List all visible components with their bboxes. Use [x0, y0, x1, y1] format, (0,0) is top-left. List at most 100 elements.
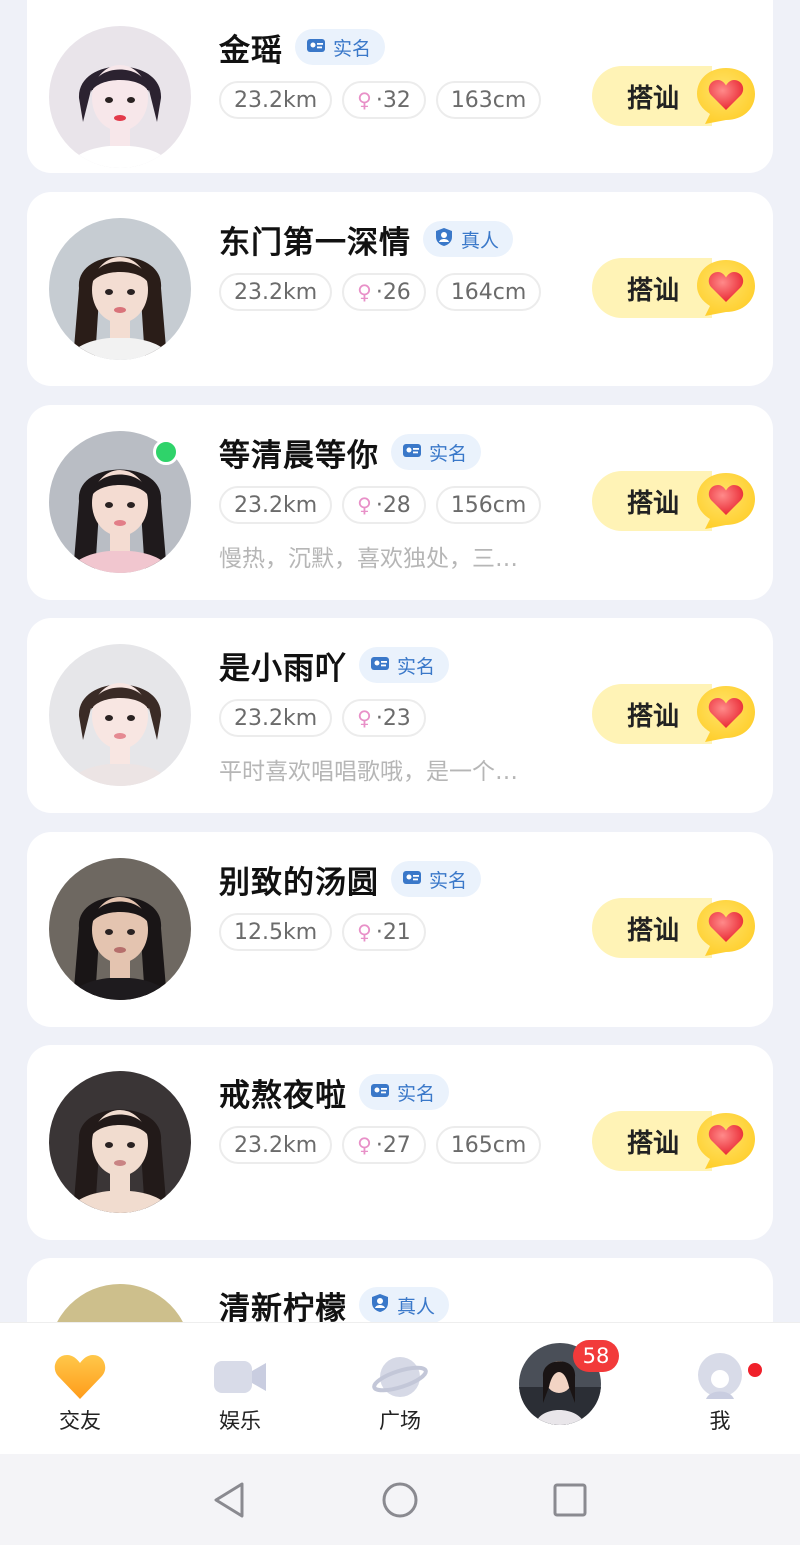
- recents-square-icon[interactable]: [550, 1480, 590, 1520]
- greet-button-label: 搭讪: [627, 275, 680, 306]
- verification-badge-label: 实名: [397, 1082, 436, 1105]
- female-icon: ♀: [357, 706, 372, 730]
- greet-button[interactable]: 搭讪: [592, 1111, 712, 1171]
- profile-avatar[interactable]: [49, 644, 191, 786]
- profile-avatar[interactable]: [49, 1071, 191, 1213]
- greet-button-label: 搭讪: [627, 915, 680, 946]
- greet-button[interactable]: 搭讪: [592, 471, 712, 531]
- height-tag: 163cm: [435, 81, 542, 119]
- verification-badge: 真人: [359, 1287, 450, 1322]
- distance-tag: 23.2km: [219, 699, 333, 737]
- age-tag: ♀ · 32: [342, 81, 426, 119]
- profile-bio: 平时喜欢唱唱歌哦，是一个…: [219, 759, 518, 785]
- tab-me[interactable]: 我: [640, 1323, 800, 1455]
- verification-badge: 实名: [295, 29, 386, 65]
- system-navigation-bar: [0, 1454, 800, 1545]
- greet-button-label: 搭讪: [627, 83, 680, 114]
- home-circle-icon[interactable]: [380, 1480, 420, 1520]
- age-tag: ♀ · 26: [342, 273, 426, 311]
- name-row: 别致的汤圆 实名: [219, 856, 482, 902]
- heart-bubble-icon[interactable]: [695, 682, 757, 744]
- tab-friends-label: 交友: [59, 1409, 101, 1433]
- female-icon: ♀: [357, 1133, 372, 1157]
- distance-tag: 23.2km: [219, 1126, 333, 1164]
- greet-button[interactable]: 搭讪: [592, 898, 712, 958]
- profile-icon: [698, 1353, 742, 1399]
- name-row: 东门第一深情 真人: [219, 216, 514, 262]
- person-verified-icon: [433, 226, 461, 253]
- profile-card[interactable]: 清新柠檬 真人: [27, 1258, 773, 1322]
- distance-tag: 12.5km: [219, 913, 333, 951]
- heart-bubble-icon[interactable]: [695, 896, 757, 958]
- age-tag: ♀ · 28: [342, 486, 426, 524]
- tab-entertainment-label: 娱乐: [219, 1409, 261, 1433]
- greet-button[interactable]: 搭讪: [592, 66, 712, 126]
- heart-bubble-icon[interactable]: [695, 469, 757, 531]
- tab-square-label: 广场: [379, 1409, 421, 1433]
- planet-icon: [372, 1357, 428, 1397]
- verification-badge-label: 实名: [429, 442, 468, 465]
- female-icon: ♀: [357, 920, 372, 944]
- verification-badge: 实名: [391, 434, 482, 470]
- profile-avatar[interactable]: [49, 218, 191, 360]
- profile-card[interactable]: 等清晨等你 实名 23.2km ♀ · 28 156cm 慢热，沉默，喜欢独处，三……: [27, 405, 773, 600]
- id-card-icon: [401, 866, 429, 893]
- verification-badge-label: 实名: [333, 37, 372, 60]
- height-tag: 164cm: [435, 273, 542, 311]
- distance-tag: 23.2km: [219, 81, 333, 119]
- heart-bubble-icon[interactable]: [695, 1109, 757, 1171]
- female-icon: ♀: [357, 280, 372, 304]
- greet-button[interactable]: 搭讪: [592, 684, 712, 744]
- greet-button-label: 搭讪: [627, 1128, 680, 1159]
- name-row: 金瑶 实名: [219, 24, 386, 70]
- profile-tags: 23.2km ♀ · 27 165cm: [219, 1126, 542, 1164]
- tab-friends[interactable]: 交友: [0, 1323, 160, 1455]
- notification-dot: [748, 1363, 762, 1377]
- id-card-icon: [401, 439, 429, 466]
- height-tag: 156cm: [435, 486, 542, 524]
- profile-feed[interactable]: 金瑶 实名 23.2km ♀ · 32 163cm 搭讪 东门第一深情 真人 2…: [0, 0, 800, 1322]
- id-card-icon: [369, 1079, 397, 1106]
- heart-bubble-icon[interactable]: [695, 64, 757, 126]
- verification-badge: 实名: [391, 861, 482, 897]
- back-triangle-icon[interactable]: [210, 1480, 250, 1520]
- name-row: 清新柠檬 真人: [219, 1282, 450, 1323]
- age-tag: ♀ · 27: [342, 1126, 426, 1164]
- verification-badge-label: 实名: [429, 869, 468, 892]
- height-tag: 165cm: [435, 1126, 542, 1164]
- video-camera-icon: [214, 1361, 266, 1393]
- female-icon: ♀: [357, 88, 372, 112]
- profile-name: 清新柠檬: [219, 1290, 347, 1323]
- heart-bubble-icon[interactable]: [695, 256, 757, 318]
- age-tag: ♀ · 21: [342, 913, 426, 951]
- profile-card[interactable]: 金瑶 实名 23.2km ♀ · 32 163cm 搭讪: [27, 0, 773, 173]
- name-row: 是小雨吖 实名: [219, 642, 450, 688]
- verification-badge: 真人: [423, 221, 514, 257]
- profile-avatar[interactable]: [49, 26, 191, 168]
- bottom-tab-bar: 交友 娱乐 广场 58 我: [0, 1322, 800, 1454]
- profile-tags: 23.2km ♀ · 23: [219, 699, 426, 737]
- profile-avatar[interactable]: [49, 1284, 191, 1322]
- age-tag: ♀ · 23: [342, 699, 426, 737]
- tab-square[interactable]: 广场: [320, 1323, 480, 1455]
- profile-name: 等清晨等你: [219, 437, 379, 474]
- tab-me-label: 我: [709, 1409, 731, 1433]
- verification-badge: 实名: [359, 1074, 450, 1110]
- profile-avatar[interactable]: [49, 858, 191, 1000]
- verification-badge: 实名: [359, 647, 450, 683]
- online-status-dot: [153, 439, 179, 465]
- greet-button[interactable]: 搭讪: [592, 258, 712, 318]
- profile-card[interactable]: 是小雨吖 实名 23.2km ♀ · 23 平时喜欢唱唱歌哦，是一个… 搭讪: [27, 618, 773, 813]
- profile-tags: 12.5km ♀ · 21: [219, 913, 426, 951]
- name-row: 戒熬夜啦 实名: [219, 1069, 450, 1115]
- distance-tag: 23.2km: [219, 273, 333, 311]
- heart-icon: [54, 1355, 106, 1399]
- name-row: 等清晨等你 实名: [219, 429, 482, 475]
- profile-name: 戒熬夜啦: [219, 1077, 347, 1114]
- verification-badge-label: 真人: [397, 1295, 436, 1318]
- profile-card[interactable]: 东门第一深情 真人 23.2km ♀ · 26 164cm 搭讪: [27, 192, 773, 386]
- distance-tag: 23.2km: [219, 486, 333, 524]
- profile-card[interactable]: 别致的汤圆 实名 12.5km ♀ · 21 搭讪: [27, 832, 773, 1027]
- profile-card[interactable]: 戒熬夜啦 实名 23.2km ♀ · 27 165cm 搭讪: [27, 1045, 773, 1240]
- tab-entertainment[interactable]: 娱乐: [160, 1323, 320, 1455]
